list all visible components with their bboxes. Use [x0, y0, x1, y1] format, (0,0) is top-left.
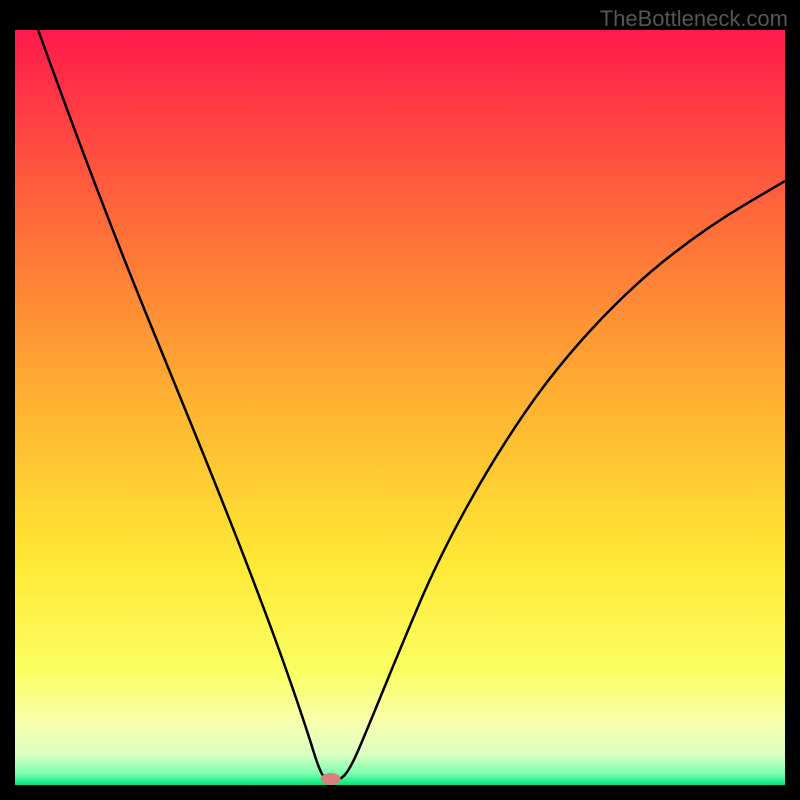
bottleneck-chart	[0, 0, 800, 800]
watermark-text: TheBottleneck.com	[600, 6, 788, 32]
chart-container: TheBottleneck.com	[0, 0, 800, 800]
optimal-marker	[321, 773, 341, 785]
